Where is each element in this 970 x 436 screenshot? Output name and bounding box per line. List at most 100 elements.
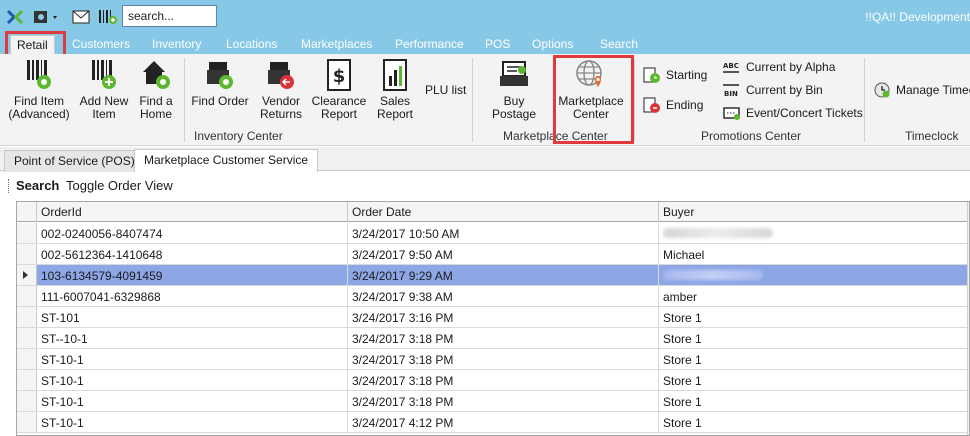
cell-buyer[interactable]: amber [659,286,967,306]
event-concert-tickets-button[interactable]: Event/Concert Tickets [722,104,863,122]
cell-orderid[interactable]: 002-0240056-8407474 [37,223,348,243]
tab-point-of-service[interactable]: Point of Service (POS) [4,150,145,172]
table-row[interactable]: 002-0240056-8407474 3/24/2017 10:50 AM [17,223,969,244]
cell-buyer[interactable]: Store 1 [659,328,967,348]
cell-orderid[interactable]: 002-5612364-1410648 [37,244,348,264]
current-by-alpha-button[interactable]: ABC Current by Alpha [722,58,835,76]
row-header[interactable] [17,265,37,285]
column-header-order-date[interactable]: Order Date [348,202,659,222]
ribbon: Find Item (Advanced) Add New Item Find a… [0,54,970,146]
marketplace-center-button[interactable]: Marketplace Center [556,57,626,121]
cell-orderid[interactable]: 111-6007041-6329868 [37,286,348,306]
toggle-order-view-button[interactable]: Toggle Order View [66,178,173,193]
row-header[interactable] [17,244,37,264]
tab-performance[interactable]: Performance [395,37,464,51]
cell-buyer[interactable] [659,265,967,285]
promotions-ending-button[interactable]: Ending [642,96,703,114]
tab-marketplaces[interactable]: Marketplaces [301,37,372,51]
row-header[interactable] [17,370,37,390]
cell-orderid[interactable]: 103-6134579-4091459 [37,265,348,285]
title-bar: !!QA!! Development [0,0,970,34]
tab-locations[interactable]: Locations [226,37,277,51]
cell-buyer[interactable] [659,223,967,243]
row-header[interactable] [17,223,37,243]
current-by-bin-button[interactable]: BIN Current by Bin [722,81,823,99]
table-row[interactable]: ST-101 3/24/2017 3:16 PM Store 1 [17,307,969,328]
manage-timeclock-button[interactable]: Manage Timeclock [872,81,970,99]
column-header-orderid[interactable]: OrderId [37,202,348,222]
table-row[interactable]: ST-10-1 3/24/2017 3:18 PM Store 1 [17,370,969,391]
cell-orderid[interactable]: ST-10-1 [37,370,348,390]
cell-buyer[interactable]: Store 1 [659,370,967,390]
cell-order-date[interactable]: 3/24/2017 3:18 PM [348,328,659,348]
dollar-report-icon: $ [322,57,356,93]
sales-report-button[interactable]: Sales Report [372,57,418,121]
mail-icon[interactable] [72,7,90,27]
cell-order-date[interactable]: 3/24/2017 3:18 PM [348,391,659,411]
cell-buyer[interactable]: Michael [659,244,967,264]
barcode-add-icon[interactable] [98,7,118,27]
environment-label: !!QA!! Development [865,10,970,24]
timeclock-icon [872,81,892,99]
table-row[interactable]: ST-10-1 3/24/2017 3:18 PM Store 1 [17,349,969,370]
cell-orderid[interactable]: ST-10-1 [37,349,348,369]
ticket-icon [722,104,742,122]
table-row[interactable]: 002-5612364-1410648 3/24/2017 9:50 AM Mich… [17,244,969,265]
search-input[interactable] [122,5,217,27]
cell-orderid[interactable]: ST-10-1 [37,412,348,432]
cell-order-date[interactable]: 3/24/2017 3:18 PM [348,370,659,390]
cell-orderid[interactable]: ST-10-1 [37,391,348,411]
plu-list-button[interactable]: PLU list [425,83,466,97]
column-header-buyer[interactable]: Buyer [659,202,969,222]
cell-order-date[interactable]: 3/24/2017 9:38 AM [348,286,659,306]
buy-postage-button[interactable]: Buy Postage [480,57,548,121]
cell-buyer[interactable]: Store 1 [659,307,967,327]
tab-search[interactable]: Search [600,37,638,51]
row-header[interactable] [17,391,37,411]
row-header[interactable] [17,286,37,306]
tab-marketplace-customer-service[interactable]: Marketplace Customer Service [134,149,319,172]
app-logo-icon[interactable] [6,7,24,27]
row-header[interactable] [17,412,37,432]
promotions-starting-button[interactable]: Starting [642,66,707,84]
cell-order-date[interactable]: 3/24/2017 4:12 PM [348,412,659,432]
settings-dropdown-icon[interactable] [32,7,60,27]
vendor-returns-button[interactable]: Vendor Returns [256,57,306,121]
cell-buyer[interactable]: Store 1 [659,391,967,411]
cell-order-date[interactable]: 3/24/2017 3:18 PM [348,349,659,369]
bin-icon: BIN [722,81,742,99]
row-header[interactable] [17,328,37,348]
clearance-report-button[interactable]: $ Clearance Report [310,57,368,121]
tab-pos[interactable]: POS [485,37,510,51]
table-row[interactable]: ST-10-1 3/24/2017 4:12 PM Store 1 [17,412,969,433]
ending-label: Ending [666,98,704,112]
redacted-buyer-name [663,270,763,280]
cell-buyer[interactable]: Store 1 [659,412,967,432]
tab-retail[interactable]: Retail [10,35,55,55]
cell-order-date[interactable]: 3/24/2017 9:29 AM [348,265,659,285]
barcode-add-icon [87,57,121,93]
tab-inventory[interactable]: Inventory [152,37,201,51]
inventory-center-group-label: Inventory Center [194,129,283,143]
cell-buyer[interactable]: Store 1 [659,349,967,369]
table-row[interactable]: ST-10-1 3/24/2017 3:18 PM Store 1 [17,391,969,412]
find-a-home-button[interactable]: Find a Home [134,57,178,121]
row-header[interactable] [17,307,37,327]
cell-order-date[interactable]: 3/24/2017 3:16 PM [348,307,659,327]
tab-customers[interactable]: Customers [72,37,130,51]
table-row[interactable]: 111-6007041-6329868 3/24/2017 9:38 AM ambe… [17,286,969,307]
current-by-bin-label: Current by Bin [746,83,823,97]
add-new-item-button[interactable]: Add New Item [76,57,132,121]
tab-options[interactable]: Options [532,37,573,51]
table-row[interactable]: 103-6134579-4091459 3/24/2017 9:29 AM [17,265,969,286]
toolbar-grip [8,179,10,193]
cell-orderid[interactable]: ST--10-1 [37,328,348,348]
cell-order-date[interactable]: 3/24/2017 9:50 AM [348,244,659,264]
find-item-advanced-button[interactable]: Find Item (Advanced) [8,57,70,121]
table-row[interactable]: ST--10-1 3/24/2017 3:18 PM Store 1 [17,328,969,349]
cell-order-date[interactable]: 3/24/2017 10:50 AM [348,223,659,243]
search-button[interactable]: Search [16,178,59,193]
find-order-button[interactable]: Find Order [188,57,252,108]
cell-orderid[interactable]: ST-101 [37,307,348,327]
row-header[interactable] [17,349,37,369]
